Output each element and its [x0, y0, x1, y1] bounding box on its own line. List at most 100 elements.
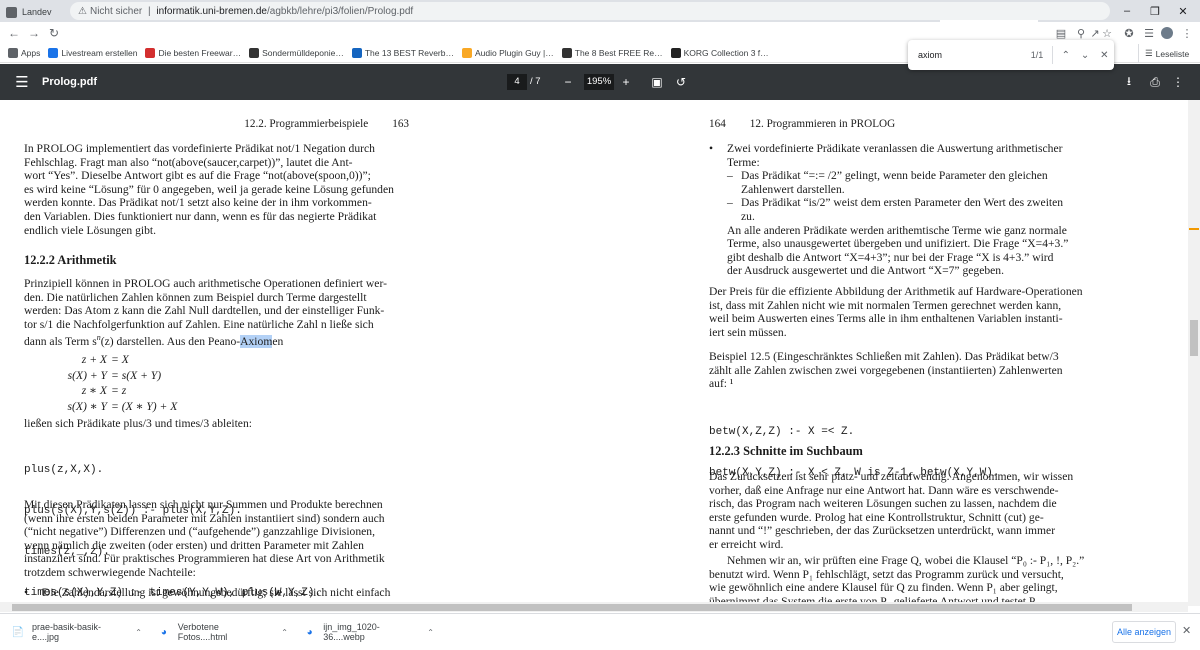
text-line: risch, das Program nach weiteren Lösunge… — [709, 497, 1057, 511]
zoom-level-input[interactable]: 195% — [584, 74, 614, 90]
download-filename: ijn_img_1020-36....webp — [323, 622, 380, 642]
bookmark-item[interactable]: Sondermülldeponie… — [249, 48, 344, 58]
zoom-in-icon[interactable]: + — [618, 64, 634, 100]
right-page-header: 164 12. Programmieren in PROLOG — [709, 118, 1094, 132]
back-button[interactable]: ← — [4, 23, 24, 43]
bookmark-label: KORG Collection 3 f… — [683, 48, 769, 58]
bullet-item: Zwei vordefinierte Prädikate veranlassen… — [709, 142, 1094, 156]
right-header-section: 12. Programmieren in PROLOG — [749, 118, 896, 130]
text-line: instanziiert sind. Für praktisches Progr… — [24, 552, 385, 566]
text-line: der Ausdruck ausgewertet und die Antwort… — [727, 264, 1004, 278]
find-bar: axiom 1/1 ⌃ ⌄ ✕ — [908, 40, 1114, 70]
page-total: / 7 — [530, 76, 541, 87]
download-item[interactable]: 📄 prae-basik-basik-e....jpg ⌃ — [12, 620, 142, 644]
chevron-up-icon[interactable]: ⌃ — [427, 628, 434, 637]
livestream-icon — [48, 48, 59, 58]
text-line: nannt und “!” geschrieben, der das Zurüc… — [709, 524, 1056, 538]
text-line: werden: Das Atom z kann die Zahl Null da… — [24, 304, 385, 318]
zoom-out-icon[interactable]: − — [560, 64, 576, 100]
maximize-button[interactable]: ❐ — [1140, 0, 1170, 22]
download-filename: prae-basik-basik-e....jpg — [32, 622, 102, 642]
minimize-button[interactable]: – — [1112, 0, 1142, 22]
chrome-html-icon: ◕ — [160, 626, 167, 638]
example-betw: Beispiel 12.5 (Eingeschränktes Schließen… — [709, 350, 1094, 391]
bookmark-item[interactable]: Audio Plugin Guy |… — [462, 48, 554, 58]
text-line: trotzdem schwerwiegende Nachteile: — [24, 565, 196, 579]
text-line: Zahlenwert darstellen. — [741, 182, 845, 196]
show-all-downloads-button[interactable]: Alle anzeigen — [1112, 621, 1176, 643]
address-bar[interactable]: ⚠ Nicht sicher | informatik.uni-bremen.d… — [70, 2, 1110, 20]
browser-menu-icon[interactable]: ⋮ — [1178, 24, 1196, 42]
paragraph-not: In PROLOG implementiert das vordefiniert… — [24, 142, 409, 237]
chevron-up-icon[interactable]: ⌃ — [281, 628, 288, 637]
web-page-icon — [6, 6, 17, 18]
close-shelf-icon[interactable]: ✕ — [1182, 624, 1191, 637]
star-icon — [145, 48, 156, 58]
text-line: zählt alle Zahlen zwischen zwei vorgegeb… — [709, 363, 1063, 377]
not-secure-icon: ⚠ — [78, 5, 87, 17]
rotate-icon[interactable]: ↺ — [672, 64, 690, 100]
print-icon[interactable]: ⎙ — [1146, 64, 1164, 100]
download-item[interactable]: ◕ Verbotene Fotos....html ⌃ — [158, 620, 288, 644]
horizontal-scrollbar-thumb[interactable] — [12, 604, 1132, 611]
text-line: iert sein müssen. — [709, 325, 787, 339]
download-item[interactable]: ◕ ijn_img_1020-36....webp ⌃ — [304, 620, 434, 644]
pdf-more-icon[interactable]: ⋮ — [1170, 64, 1186, 100]
text-line: Terme, also unausgewertet übergeben und … — [727, 237, 1069, 251]
bookmark-item[interactable]: Die besten Freewar… — [145, 48, 241, 58]
forward-button[interactable]: → — [24, 23, 44, 43]
right-header-page: 164 — [709, 118, 726, 130]
text-line: An alle anderen Prädikate werden arithem… — [727, 223, 1067, 237]
plugin-icon — [462, 48, 472, 58]
find-previous-icon[interactable]: ⌃ — [1056, 50, 1075, 61]
text-line: werden konnte. Das Prädikat not/1 setzt … — [24, 196, 372, 210]
find-divider — [1052, 46, 1054, 64]
page-number-input[interactable]: 4 — [507, 74, 527, 90]
fit-to-page-icon[interactable]: ▣ — [648, 64, 666, 100]
bookmark-label: The 13 BEST Reverb… — [364, 48, 454, 58]
paragraph-backtracking: Das Zurücksetzen ist sehr platz- und zei… — [709, 470, 1094, 552]
reading-list[interactable]: ☰ Leseliste — [1138, 44, 1189, 63]
find-next-icon[interactable]: ⌄ — [1075, 50, 1094, 61]
text-line: dann als Term sn(z) darstellen. Aus den … — [24, 333, 284, 349]
text-line: Der Preis für die effiziente Abbildung d… — [709, 285, 1083, 298]
bookmark-item[interactable]: Livestream erstellen — [48, 48, 137, 58]
bookmark-item[interactable]: The 8 Best FREE Re… — [561, 48, 663, 58]
bookmark-item[interactable]: Apps — [8, 48, 40, 58]
url-path: /agbkb/lehre/pi3/folien/Prolog.pdf — [266, 5, 414, 17]
text-line: ist, dass mit Zahlen nicht wie mit norma… — [709, 298, 1062, 312]
avatar[interactable] — [1158, 24, 1176, 42]
find-input[interactable]: axiom — [918, 50, 1014, 60]
bookmark-item[interactable]: The 13 BEST Reverb… — [351, 48, 454, 58]
bookmark-item[interactable]: KORG Collection 3 f… — [670, 48, 769, 58]
text-line: endlich viele Lösungen gibt. — [24, 223, 157, 237]
text-line: vorher, daß eine Anfrage nur eine Antwor… — [709, 483, 1059, 497]
text-line: In PROLOG implementiert das vordefiniert… — [24, 142, 375, 155]
reverb-icon — [351, 48, 362, 58]
w-icon — [249, 48, 260, 58]
text-line: wenn nämlich die zweiten (oder ersten) u… — [24, 538, 364, 552]
reload-button[interactable]: ↻ — [44, 23, 64, 43]
left-header-page: 163 — [392, 118, 409, 130]
text-line: wort “Yes”. Dieselbe Antwort gibt es auf… — [24, 169, 371, 183]
korg-icon — [670, 48, 681, 58]
pdf-menu-icon[interactable]: ☰ — [12, 64, 32, 100]
peano-equations: z + X = X s(X) + Y = s(X + Y) z ∗ X = z s(X… — [24, 352, 284, 414]
equation: s(X) + Y = s(X + Y) — [67, 368, 162, 382]
paragraph-cut-example: Nehmen wir an, wir prüften eine Frage Q,… — [709, 554, 1094, 606]
code-line: betw(X,Z,Z) :- X =< Z. — [709, 426, 855, 439]
pdf-document: 12.2. Programmierbeispiele 163 In PROLOG… — [0, 100, 1188, 606]
apps-grid-icon — [8, 48, 18, 58]
find-count: 1/1 — [1030, 50, 1044, 60]
find-close-icon[interactable]: ✕ — [1095, 50, 1114, 61]
text-line: benutzt wird. Wenn P₁ fehlschlägt, setzt… — [709, 567, 1064, 581]
close-window-button[interactable]: ✕ — [1168, 0, 1198, 22]
download-icon[interactable]: ⭳ — [1120, 64, 1138, 100]
media-icon[interactable]: ☰ — [1140, 24, 1158, 42]
chevron-up-icon[interactable]: ⌃ — [135, 628, 142, 637]
text-line: weil beim Auswerten eines Terms alle in … — [709, 312, 1063, 326]
vertical-scrollbar-thumb[interactable] — [1190, 320, 1198, 356]
paragraph-arithmetic: Prinzipiell können in PROLOG auch arithm… — [24, 277, 409, 349]
extensions-icon[interactable]: ✪ — [1120, 24, 1138, 42]
text-line: (“nicht negative”) Differenzen und (“auf… — [24, 525, 375, 539]
